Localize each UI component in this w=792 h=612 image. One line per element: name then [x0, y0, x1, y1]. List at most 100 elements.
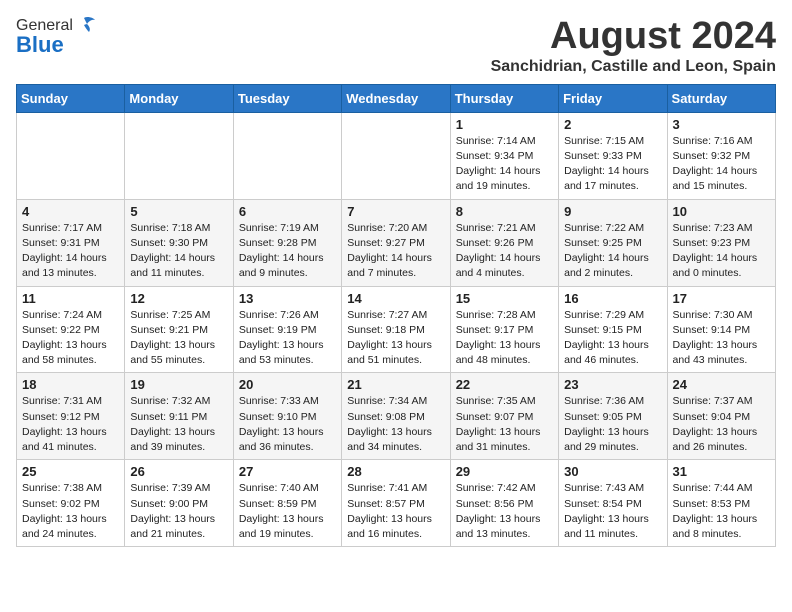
- weekday-monday: Monday: [125, 84, 233, 112]
- day-number: 9: [564, 204, 661, 219]
- day-info: Sunrise: 7:19 AM Sunset: 9:28 PM Dayligh…: [239, 221, 336, 282]
- day-info: Sunrise: 7:27 AM Sunset: 9:18 PM Dayligh…: [347, 308, 444, 369]
- day-info: Sunrise: 7:24 AM Sunset: 9:22 PM Dayligh…: [22, 308, 119, 369]
- calendar-cell: 26Sunrise: 7:39 AM Sunset: 9:00 PM Dayli…: [125, 460, 233, 547]
- day-number: 29: [456, 464, 553, 479]
- day-info: Sunrise: 7:25 AM Sunset: 9:21 PM Dayligh…: [130, 308, 227, 369]
- weekday-wednesday: Wednesday: [342, 84, 450, 112]
- calendar-week-2: 4 Sunrise: 7:17 AM Sunset: 9:31 PM Daylig…: [17, 199, 776, 286]
- calendar-cell: 12 Sunrise: 7:25 AM Sunset: 9:21 PM Dayli…: [125, 286, 233, 373]
- weekday-thursday: Thursday: [450, 84, 558, 112]
- calendar-cell: 14Sunrise: 7:27 AM Sunset: 9:18 PM Dayli…: [342, 286, 450, 373]
- month-year-title: August 2024: [491, 16, 776, 58]
- header: General Blue August 2024 Sanchidrian, Ca…: [16, 16, 776, 76]
- day-number: 4: [22, 204, 119, 219]
- calendar-cell: 13 Sunrise: 7:26 AM Sunset: 9:19 PM Dayli…: [233, 286, 341, 373]
- day-number: 31: [673, 464, 770, 479]
- calendar-body: 1 Sunrise: 7:14 AM Sunset: 9:34 PM Daylig…: [17, 112, 776, 546]
- title-area: August 2024 Sanchidrian, Castille and Le…: [491, 16, 776, 76]
- day-number: 25: [22, 464, 119, 479]
- day-info: Sunrise: 7:28 AM Sunset: 9:17 PM Dayligh…: [456, 308, 553, 369]
- calendar-table: SundayMondayTuesdayWednesdayThursdayFrid…: [16, 84, 776, 547]
- day-info: Sunrise: 7:37 AM Sunset: 9:04 PM Dayligh…: [673, 394, 770, 455]
- calendar-week-4: 18 Sunrise: 7:31 AM Sunset: 9:12 PM Dayli…: [17, 373, 776, 460]
- day-number: 22: [456, 377, 553, 392]
- day-info: Sunrise: 7:31 AM Sunset: 9:12 PM Dayligh…: [22, 394, 119, 455]
- day-info: Sunrise: 7:29 AM Sunset: 9:15 PM Dayligh…: [564, 308, 661, 369]
- calendar-cell: 28 Sunrise: 7:41 AM Sunset: 8:57 PM Dayli…: [342, 460, 450, 547]
- calendar-cell: 4 Sunrise: 7:17 AM Sunset: 9:31 PM Daylig…: [17, 199, 125, 286]
- day-info: Sunrise: 7:40 AM Sunset: 8:59 PM Dayligh…: [239, 481, 336, 542]
- calendar-cell: 11 Sunrise: 7:24 AM Sunset: 9:22 PM Dayli…: [17, 286, 125, 373]
- calendar-cell: 8 Sunrise: 7:21 AM Sunset: 9:26 PM Daylig…: [450, 199, 558, 286]
- calendar-cell: 19 Sunrise: 7:32 AM Sunset: 9:11 PM Dayli…: [125, 373, 233, 460]
- calendar-cell: 10 Sunrise: 7:23 AM Sunset: 9:23 PM Dayli…: [667, 199, 775, 286]
- day-info: Sunrise: 7:21 AM Sunset: 9:26 PM Dayligh…: [456, 221, 553, 282]
- day-number: 20: [239, 377, 336, 392]
- calendar-cell: 1 Sunrise: 7:14 AM Sunset: 9:34 PM Daylig…: [450, 112, 558, 199]
- day-info: Sunrise: 7:44 AM Sunset: 8:53 PM Dayligh…: [673, 481, 770, 542]
- day-number: 26: [130, 464, 227, 479]
- day-number: 17: [673, 291, 770, 306]
- calendar-cell: [17, 112, 125, 199]
- calendar-cell: 23 Sunrise: 7:36 AM Sunset: 9:05 PM Dayli…: [559, 373, 667, 460]
- day-number: 5: [130, 204, 227, 219]
- day-number: 12: [130, 291, 227, 306]
- weekday-saturday: Saturday: [667, 84, 775, 112]
- day-number: 28: [347, 464, 444, 479]
- day-info: Sunrise: 7:15 AM Sunset: 9:33 PM Dayligh…: [564, 134, 661, 195]
- calendar-cell: [342, 112, 450, 199]
- weekday-header-row: SundayMondayTuesdayWednesdayThursdayFrid…: [17, 84, 776, 112]
- logo: General Blue: [16, 16, 95, 58]
- day-info: Sunrise: 7:36 AM Sunset: 9:05 PM Dayligh…: [564, 394, 661, 455]
- weekday-sunday: Sunday: [17, 84, 125, 112]
- calendar-week-5: 25Sunrise: 7:38 AM Sunset: 9:02 PM Dayli…: [17, 460, 776, 547]
- day-info: Sunrise: 7:35 AM Sunset: 9:07 PM Dayligh…: [456, 394, 553, 455]
- calendar-cell: 29 Sunrise: 7:42 AM Sunset: 8:56 PM Dayli…: [450, 460, 558, 547]
- day-info: Sunrise: 7:16 AM Sunset: 9:32 PM Dayligh…: [673, 134, 770, 195]
- day-info: Sunrise: 7:17 AM Sunset: 9:31 PM Dayligh…: [22, 221, 119, 282]
- logo-bird-icon: [73, 16, 95, 36]
- calendar-cell: 9Sunrise: 7:22 AM Sunset: 9:25 PM Daylig…: [559, 199, 667, 286]
- day-number: 7: [347, 204, 444, 219]
- day-number: 18: [22, 377, 119, 392]
- day-number: 13: [239, 291, 336, 306]
- calendar-cell: [233, 112, 341, 199]
- calendar-cell: 15 Sunrise: 7:28 AM Sunset: 9:17 PM Dayli…: [450, 286, 558, 373]
- day-number: 3: [673, 117, 770, 132]
- day-info: Sunrise: 7:14 AM Sunset: 9:34 PM Dayligh…: [456, 134, 553, 195]
- day-info: Sunrise: 7:42 AM Sunset: 8:56 PM Dayligh…: [456, 481, 553, 542]
- day-number: 21: [347, 377, 444, 392]
- day-number: 16: [564, 291, 661, 306]
- day-info: Sunrise: 7:18 AM Sunset: 9:30 PM Dayligh…: [130, 221, 227, 282]
- calendar-cell: 7 Sunrise: 7:20 AM Sunset: 9:27 PM Daylig…: [342, 199, 450, 286]
- calendar-cell: 5 Sunrise: 7:18 AM Sunset: 9:30 PM Daylig…: [125, 199, 233, 286]
- calendar-cell: 27Sunrise: 7:40 AM Sunset: 8:59 PM Dayli…: [233, 460, 341, 547]
- day-number: 8: [456, 204, 553, 219]
- day-info: Sunrise: 7:20 AM Sunset: 9:27 PM Dayligh…: [347, 221, 444, 282]
- calendar-cell: 18 Sunrise: 7:31 AM Sunset: 9:12 PM Dayli…: [17, 373, 125, 460]
- calendar-cell: 20 Sunrise: 7:33 AM Sunset: 9:10 PM Dayli…: [233, 373, 341, 460]
- calendar-cell: 3 Sunrise: 7:16 AM Sunset: 9:32 PM Daylig…: [667, 112, 775, 199]
- day-number: 10: [673, 204, 770, 219]
- calendar-cell: 2Sunrise: 7:15 AM Sunset: 9:33 PM Daylig…: [559, 112, 667, 199]
- day-info: Sunrise: 7:26 AM Sunset: 9:19 PM Dayligh…: [239, 308, 336, 369]
- day-info: Sunrise: 7:33 AM Sunset: 9:10 PM Dayligh…: [239, 394, 336, 455]
- day-number: 15: [456, 291, 553, 306]
- day-number: 1: [456, 117, 553, 132]
- day-number: 11: [22, 291, 119, 306]
- day-info: Sunrise: 7:41 AM Sunset: 8:57 PM Dayligh…: [347, 481, 444, 542]
- day-number: 6: [239, 204, 336, 219]
- day-number: 23: [564, 377, 661, 392]
- day-info: Sunrise: 7:34 AM Sunset: 9:08 PM Dayligh…: [347, 394, 444, 455]
- day-info: Sunrise: 7:30 AM Sunset: 9:14 PM Dayligh…: [673, 308, 770, 369]
- day-info: Sunrise: 7:23 AM Sunset: 9:23 PM Dayligh…: [673, 221, 770, 282]
- calendar-cell: 25Sunrise: 7:38 AM Sunset: 9:02 PM Dayli…: [17, 460, 125, 547]
- calendar-cell: [125, 112, 233, 199]
- day-number: 24: [673, 377, 770, 392]
- day-info: Sunrise: 7:32 AM Sunset: 9:11 PM Dayligh…: [130, 394, 227, 455]
- weekday-tuesday: Tuesday: [233, 84, 341, 112]
- logo-blue-text: Blue: [16, 32, 64, 58]
- calendar-cell: 24 Sunrise: 7:37 AM Sunset: 9:04 PM Dayli…: [667, 373, 775, 460]
- day-number: 19: [130, 377, 227, 392]
